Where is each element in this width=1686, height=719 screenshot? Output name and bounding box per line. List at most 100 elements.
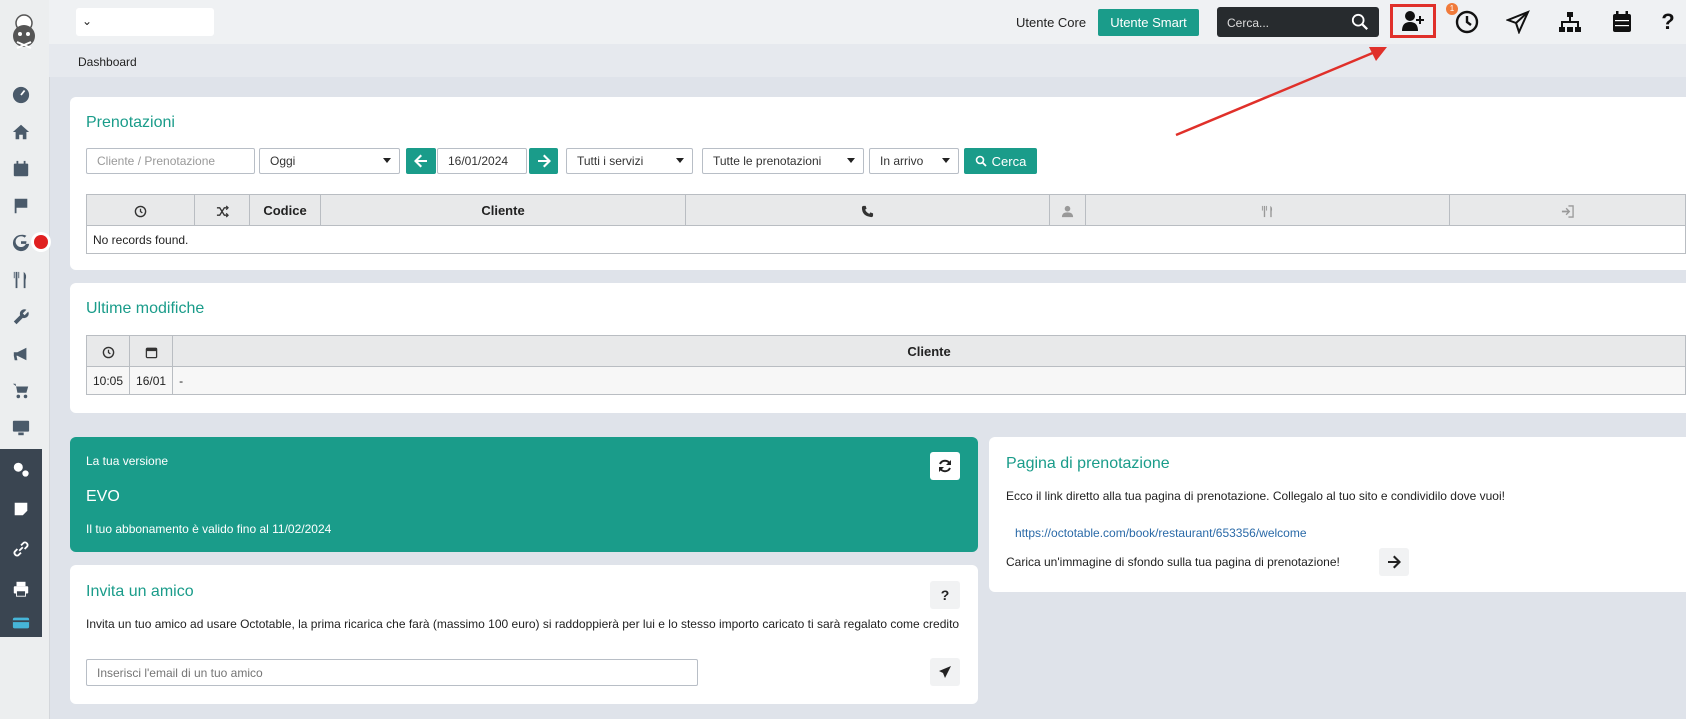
- sidebar-item-calendar[interactable]: [0, 149, 42, 189]
- refresh-icon: [939, 459, 951, 473]
- monitor-icon: [12, 420, 30, 436]
- version-name: EVO: [86, 488, 120, 505]
- sidebar-item-print[interactable]: [0, 569, 42, 609]
- sidebar-item-notes[interactable]: [0, 489, 42, 529]
- history-button[interactable]: [1450, 7, 1484, 37]
- phone-icon: [861, 205, 874, 217]
- cliente-prenotazione-input[interactable]: Cliente / Prenotazione: [86, 148, 255, 174]
- cerca-label: Cerca: [991, 153, 1027, 169]
- sidebar-item-payments[interactable]: [0, 609, 42, 637]
- table-header-row: Cliente: [85, 335, 1686, 367]
- booking-page-title: Pagina di prenotazione: [1006, 455, 1170, 472]
- gauge-icon: [12, 86, 30, 104]
- previous-day-button[interactable]: [406, 148, 436, 174]
- arrow-left-icon: [414, 154, 427, 168]
- sidebar-item-floor[interactable]: [0, 186, 42, 226]
- person-icon: [1061, 205, 1074, 217]
- utente-smart-button[interactable]: Utente Smart: [1098, 9, 1199, 36]
- booking-page-text: Ecco il link diretto alla tua pagina di …: [1006, 489, 1505, 503]
- refresh-button[interactable]: [930, 452, 960, 480]
- col-codice[interactable]: Codice: [249, 194, 321, 226]
- add-user-button[interactable]: [1390, 4, 1436, 38]
- next-day-button[interactable]: [529, 148, 558, 174]
- date-input[interactable]: 16/01/2024: [437, 148, 527, 174]
- structure-button[interactable]: [1553, 7, 1587, 37]
- col-shuffle[interactable]: [194, 194, 250, 226]
- paper-plane-icon: [1506, 10, 1530, 34]
- period-select[interactable]: Oggi: [259, 148, 400, 174]
- clock-icon: [1455, 10, 1479, 34]
- gears-icon: [13, 462, 29, 477]
- utente-core-label[interactable]: Utente Core: [1016, 15, 1086, 30]
- calendar-icon: [13, 160, 29, 177]
- sidebar-item-home[interactable]: [0, 112, 42, 152]
- send-invite-button[interactable]: [930, 658, 960, 686]
- sidebar-item-display[interactable]: [0, 408, 42, 448]
- top-search: [1217, 7, 1379, 37]
- prenotazioni-table: Codice Cliente No records found.: [86, 194, 1686, 254]
- table-header-row: Codice Cliente: [86, 194, 1686, 226]
- sidebar-item-dashboard[interactable]: [0, 75, 42, 115]
- link-icon: [13, 541, 29, 557]
- sitemap-icon: [1559, 12, 1581, 32]
- friend-email-input[interactable]: [86, 659, 698, 686]
- table-row[interactable]: 10:05 16/01 -: [85, 366, 1686, 395]
- sidebar-item-links[interactable]: [0, 529, 42, 569]
- breadcrumb: Dashboard: [78, 55, 137, 69]
- services-select[interactable]: Tutti i servizi: [566, 148, 693, 174]
- fork-knife-icon: [1261, 205, 1273, 217]
- col-time[interactable]: [86, 194, 195, 226]
- bookings-select[interactable]: Tutte le prenotazioni: [702, 148, 864, 174]
- invite-help-button[interactable]: ?: [930, 581, 960, 609]
- cerca-button[interactable]: Cerca: [964, 148, 1037, 174]
- col-time[interactable]: [85, 335, 131, 367]
- col-phone[interactable]: [685, 194, 1050, 226]
- chef-logo-icon[interactable]: [7, 14, 41, 52]
- send-button[interactable]: [1501, 7, 1535, 37]
- calendar-grid-icon: [1613, 11, 1631, 32]
- col-cliente[interactable]: Cliente: [172, 335, 1686, 367]
- alert-dot: [34, 235, 48, 249]
- sticky-note-icon: [14, 502, 28, 516]
- bookings-value: Tutte le prenotazioni: [713, 154, 822, 168]
- ultime-modifiche-table: Cliente 10:05 16/01 -: [85, 335, 1686, 395]
- subscription-validity: Il tuo abbonamento è valido fino al 11/0…: [86, 522, 332, 536]
- arrow-right-icon: [537, 154, 551, 168]
- arrow-right-icon: [1388, 555, 1401, 569]
- restaurant-selector[interactable]: ⌄: [76, 8, 214, 36]
- col-people[interactable]: [1049, 194, 1086, 226]
- empty-message: No records found.: [86, 225, 1686, 254]
- col-date[interactable]: [129, 335, 174, 367]
- top-search-input[interactable]: [1225, 12, 1349, 34]
- sidebar-item-marketing[interactable]: [0, 334, 42, 374]
- row-date: 16/01: [129, 366, 174, 395]
- help-button[interactable]: ?: [1651, 7, 1685, 37]
- sidebar-item-config[interactable]: [0, 449, 42, 489]
- printer-icon: [13, 581, 29, 597]
- google-icon: [12, 234, 30, 252]
- status-select[interactable]: In arrivo: [869, 148, 959, 174]
- top-bar: [49, 0, 1686, 45]
- sidebar-item-settings[interactable]: [0, 297, 42, 337]
- agenda-button[interactable]: [1605, 7, 1639, 37]
- clock-icon: [102, 346, 114, 358]
- version-label: La tua versione: [86, 454, 169, 468]
- period-value: Oggi: [270, 154, 296, 168]
- search-icon[interactable]: [1351, 13, 1369, 31]
- user-plus-icon: [1402, 11, 1424, 31]
- col-table[interactable]: [1085, 194, 1450, 226]
- booking-page-link[interactable]: https://octotable.com/book/restaurant/65…: [1015, 526, 1307, 540]
- sidebar-item-menu[interactable]: [0, 260, 42, 300]
- upload-background-button[interactable]: [1379, 548, 1409, 576]
- shuffle-icon: [216, 205, 229, 218]
- calendar-icon: [145, 347, 157, 358]
- clock-icon: [134, 205, 147, 217]
- megaphone-icon: [13, 347, 27, 361]
- col-arrival[interactable]: [1449, 194, 1686, 226]
- search-icon: [975, 155, 987, 167]
- breadcrumb-bar: [49, 44, 1686, 77]
- row-cliente: -: [172, 366, 1686, 395]
- sidebar: [0, 0, 50, 719]
- col-cliente[interactable]: Cliente: [320, 194, 686, 226]
- sidebar-item-shop[interactable]: [0, 371, 42, 411]
